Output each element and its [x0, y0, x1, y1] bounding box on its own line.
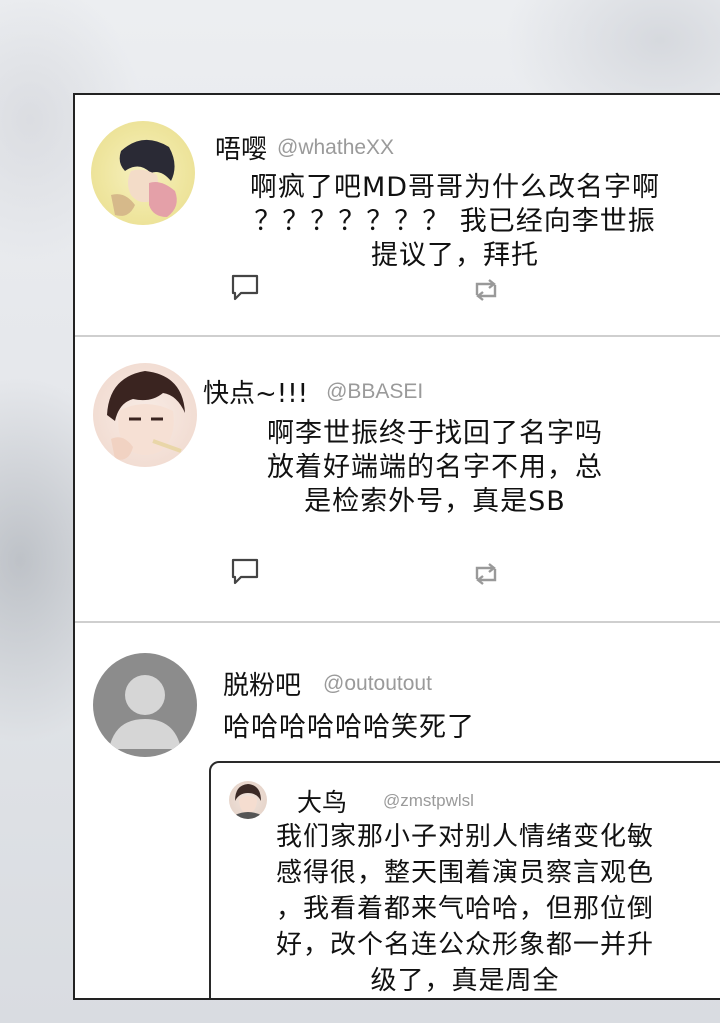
avatar[interactable] — [93, 363, 197, 467]
post-text-line: 级了，真是周全 — [370, 966, 560, 996]
post-text-line: 哈哈哈哈哈哈笑死了 — [223, 712, 475, 743]
reply-icon — [231, 274, 259, 301]
user-handle[interactable]: @outoutout — [323, 672, 432, 695]
post-text: 啊疯了吧MD哥哥为什么改名字啊 ？？？？？？？ 我已经向李世振 提议了，拜托 — [205, 171, 705, 273]
user-handle[interactable]: @whatheXX — [277, 136, 394, 159]
retweet-icon — [475, 563, 497, 585]
post-text: 啊李世振终于找回了名字吗 放着好端端的名字不用，总 是检索外号，真是SB — [195, 417, 675, 519]
post-item: 唔嘤 @whatheXX 啊疯了吧MD哥哥为什么改名字啊 ？？？？？？？ 我已经向… — [75, 95, 720, 337]
avatar[interactable] — [229, 781, 267, 819]
retweet-icon — [475, 279, 497, 301]
post-text-line: 好，改个名连公众形象都一并升 — [275, 930, 654, 960]
user-handle[interactable]: @BBASEI — [326, 380, 423, 403]
post-header: 唔嘤 @whatheXX — [215, 129, 394, 166]
post-text: 哈哈哈哈哈哈笑死了 — [223, 711, 623, 745]
post-item: 快点~!!! @BBASEI 啊李世振终于找回了名字吗 放着好端端的名字不用，总 … — [75, 337, 720, 623]
avatar[interactable] — [91, 121, 195, 225]
post-text-line: 感得很，整天围着演员察言观色 — [275, 858, 654, 888]
anime-avatar-icon — [235, 784, 261, 819]
post-text-line: 我们家那小子对别人情绪变化敏 — [275, 822, 654, 852]
post-header: 脱粉吧 @outoutout — [223, 665, 432, 702]
quoted-post-header: 大鸟 @zmstpwlsl — [297, 783, 474, 819]
reply-button[interactable] — [229, 557, 263, 587]
reply-icon — [231, 558, 259, 585]
post-text-line: ？？？？？？？ 我已经向李世振 — [254, 206, 656, 237]
anime-avatar-icon — [111, 139, 177, 217]
post-text-line: 提议了，拜托 — [371, 240, 539, 271]
post-text-line: 放着好端端的名字不用，总 — [267, 452, 603, 483]
comment-feed: 唔嘤 @whatheXX 啊疯了吧MD哥哥为什么改名字啊 ？？？？？？？ 我已经向… — [73, 93, 720, 1000]
default-user-avatar-icon — [109, 675, 181, 749]
display-name[interactable]: 脱粉吧 — [223, 671, 301, 701]
display-name[interactable]: 大鸟 — [297, 788, 347, 817]
reply-button[interactable] — [229, 273, 263, 303]
quoted-post[interactable]: 大鸟 @zmstpwlsl 我们家那小子对别人情绪变化敏 感得很，整天围着演员察言… — [209, 761, 720, 998]
retweet-button[interactable] — [469, 559, 503, 589]
quoted-post-text: 我们家那小子对别人情绪变化敏 感得很，整天围着演员察言观色 ，我看着都来气哈哈，… — [225, 819, 705, 998]
avatar[interactable] — [93, 653, 197, 757]
user-handle[interactable]: @zmstpwlsl — [383, 791, 474, 810]
post-text-line: ，我看着都来气哈哈，但那位倒 — [275, 894, 654, 924]
post-text-line: 啊李世振终于找回了名字吗 — [267, 418, 603, 449]
retweet-button[interactable] — [469, 275, 503, 305]
post-header: 快点~!!! @BBASEI — [203, 373, 423, 410]
post-text-line: 是检索外号，真是SB — [304, 486, 566, 517]
anime-avatar-icon — [107, 371, 185, 460]
post-text-line: 啊疯了吧MD哥哥为什么改名字啊 — [249, 172, 661, 203]
display-name[interactable]: 快点~!!! — [203, 379, 308, 409]
display-name[interactable]: 唔嘤 — [215, 135, 267, 165]
